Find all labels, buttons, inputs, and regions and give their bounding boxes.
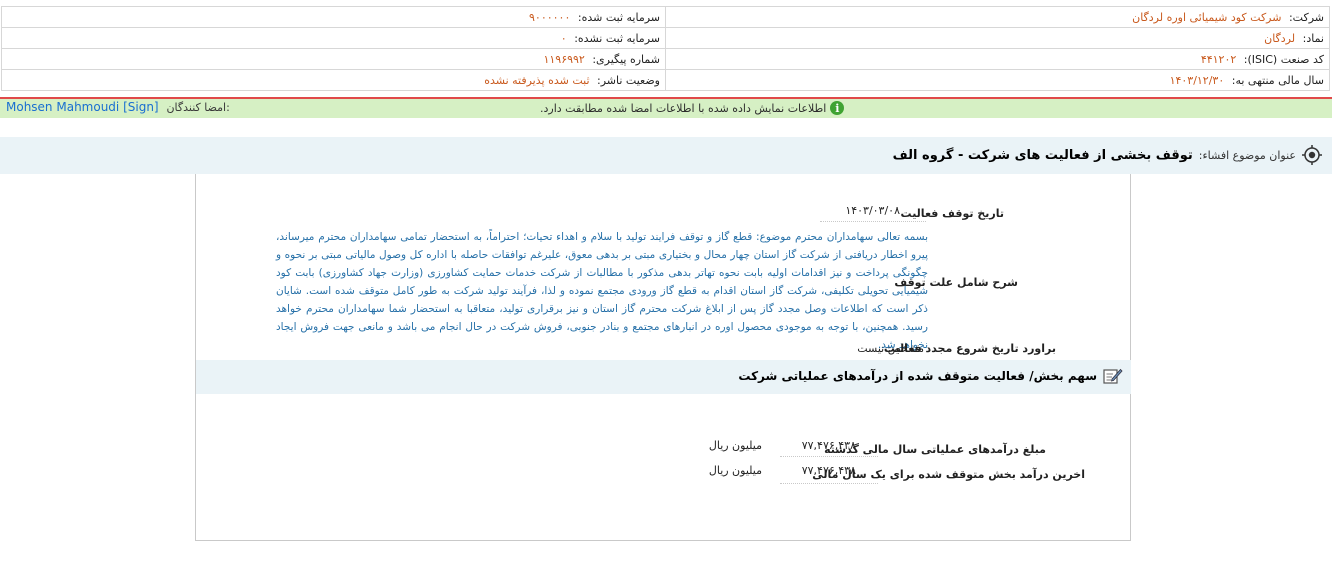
company-value: شرکت کود شیمیائی اوره لردگان bbox=[1132, 10, 1282, 24]
fiscal-year-cell: سال مالی منتهی به: ۱۴۰۳/۱۲/۳۰ bbox=[665, 69, 1330, 91]
prev-year-underline bbox=[780, 456, 878, 457]
last-year-revenue-unit: میلیون ریال bbox=[708, 464, 762, 477]
unregistered-capital-cell: سرمایه ثبت نشده: ۰ bbox=[1, 27, 666, 49]
stop-date-value: ۱۴۰۳/۰۳/۰۸ bbox=[845, 204, 900, 217]
info-row: شرکت: شرکت کود شیمیائی اوره لردگان سرمای… bbox=[1, 6, 1330, 28]
signer-link[interactable]: Mohsen Mahmoudi [Sign] bbox=[6, 100, 159, 114]
restart-value: مشخص نیست bbox=[857, 342, 924, 355]
isic-value: ۴۴۱۲۰۲ bbox=[1200, 52, 1237, 66]
unregistered-capital-value: ۰ bbox=[560, 31, 567, 45]
unregistered-capital-label: سرمایه ثبت نشده: bbox=[574, 31, 660, 45]
last-year-underline bbox=[780, 483, 878, 484]
info-row: نماد: لردگان سرمایه ثبت نشده: ۰ bbox=[1, 27, 1330, 49]
title-text: توقف بخشی از فعالیت های شرکت - گروه الف bbox=[892, 147, 1193, 163]
publisher-status-value: ثبت شده پذیرفته نشده bbox=[484, 73, 590, 87]
tracking-label: شماره پیگیری: bbox=[592, 52, 660, 66]
prev-year-revenue-unit: میلیون ریال bbox=[708, 439, 762, 452]
publisher-status-cell: وضعیت ناشر: ثبت شده پذیرفته نشده bbox=[1, 69, 666, 91]
company-info-table: شرکت: شرکت کود شیمیائی اوره لردگان سرمای… bbox=[1, 6, 1330, 91]
disclosure-title-band: عنوان موضوع افشاء: توقف بخشی از فعالیت ه… bbox=[0, 137, 1332, 174]
section-title-text: سهم بخش/ فعالیت متوقف شده از درآمدهای عم… bbox=[738, 369, 1097, 383]
fiscal-year-label: سال مالی منتهی به: bbox=[1231, 73, 1324, 87]
tracking-cell: شماره پیگیری: ۱۱۹۶۹۹۲ bbox=[1, 48, 666, 70]
tracking-value: ۱۱۹۶۹۹۲ bbox=[543, 52, 585, 66]
isic-label: کد صنعت (ISIC): bbox=[1243, 52, 1324, 66]
company-cell: شرکت: شرکت کود شیمیائی اوره لردگان bbox=[665, 6, 1330, 28]
symbol-value: لردگان bbox=[1264, 31, 1296, 45]
edit-icon bbox=[1103, 368, 1123, 384]
registered-capital-value: ۹۰۰۰۰۰۰ bbox=[529, 10, 571, 24]
isic-cell: کد صنعت (ISIC): ۴۴۱۲۰۲ bbox=[665, 48, 1330, 70]
info-row: سال مالی منتهی به: ۱۴۰۳/۱۲/۳۰ وضعیت ناشر… bbox=[1, 69, 1330, 91]
info-row: کد صنعت (ISIC): ۴۴۱۲۰۲ شماره پیگیری: ۱۱۹… bbox=[1, 48, 1330, 70]
revenue-share-title: سهم بخش/ فعالیت متوقف شده از درآمدهای عم… bbox=[738, 367, 1123, 385]
signature-notice-bar: i اطلاعات نمایش داده شده با اطلاعات امضا… bbox=[0, 99, 1332, 118]
publisher-status-label: وضعیت ناشر: bbox=[597, 73, 660, 87]
stop-date-underline bbox=[820, 221, 926, 222]
title-label: عنوان موضوع افشاء: bbox=[1198, 148, 1296, 162]
symbol-label: نماد: bbox=[1302, 31, 1324, 45]
revenue-share-section-header: سهم بخش/ فعالیت متوقف شده از درآمدهای عم… bbox=[196, 360, 1131, 394]
company-label: شرکت: bbox=[1288, 10, 1324, 24]
stop-date-label: تاریخ توقف فعالیت bbox=[900, 207, 1004, 220]
signature-match-message: i اطلاعات نمایش داده شده با اطلاعات امضا… bbox=[540, 101, 845, 115]
target-icon bbox=[1302, 145, 1322, 165]
prev-year-revenue-value: ۷۷,۴۷۶,۴۳۸ bbox=[801, 439, 856, 452]
symbol-cell: نماد: لردگان bbox=[665, 27, 1330, 49]
fiscal-year-value: ۱۴۰۳/۱۲/۳۰ bbox=[1169, 73, 1225, 87]
prev-year-revenue-label: مبلغ درآمدهای عملیاتی سال مالی گذشته bbox=[824, 443, 1046, 456]
reason-text: بسمه تعالی سهامداران محترم موضوع: قطع گا… bbox=[276, 231, 928, 351]
info-icon: i bbox=[830, 101, 845, 115]
signature-match-text: اطلاعات نمایش داده شده با اطلاعات امضا ش… bbox=[540, 101, 827, 115]
signers: Mohsen Mahmoudi [Sign] امضا کنندگان: bbox=[6, 100, 230, 114]
registered-capital-cell: سرمایه ثبت شده: ۹۰۰۰۰۰۰ bbox=[1, 6, 666, 28]
registered-capital-label: سرمایه ثبت شده: bbox=[577, 10, 660, 24]
disclosure-title: عنوان موضوع افشاء: توقف بخشی از فعالیت ه… bbox=[893, 145, 1322, 165]
last-year-revenue-value: ۷۷,۴۷۶,۴۳۸ bbox=[801, 464, 856, 477]
signers-label: امضا کنندگان: bbox=[166, 101, 230, 114]
